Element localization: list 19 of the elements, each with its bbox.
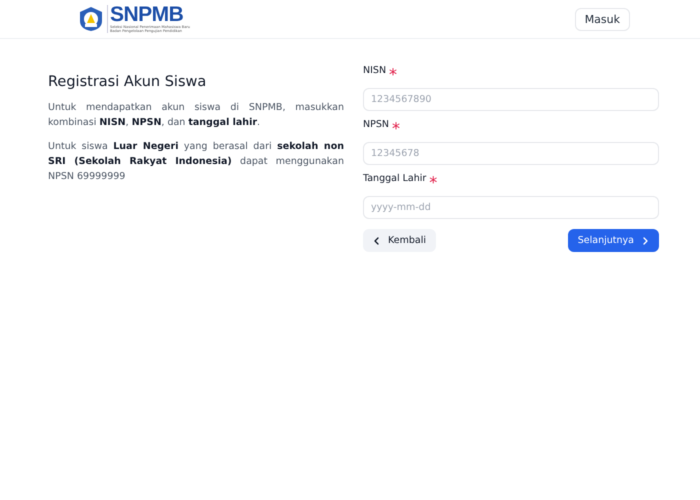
field-label: NPSN: [363, 119, 389, 132]
field-label: Tanggal Lahir: [363, 173, 426, 186]
required-mark: *: [389, 65, 398, 84]
paragraph: Untuk mendapatkan akun siswa di SNPMB, masukkan kombinasi NISN, NPSN, dan tanggal lahir.: [48, 101, 344, 130]
logo-text: SNPMB: [110, 5, 184, 25]
required-mark: *: [429, 173, 438, 192]
input-field[interactable]: yyyy-mm-dd: [363, 196, 659, 219]
login-button[interactable]: Masuk: [574, 8, 630, 30]
input-field[interactable]: 12345678: [363, 142, 659, 165]
emblem-icon: [78, 6, 104, 32]
chevron-left-icon: [373, 236, 381, 244]
field-label: NISN: [363, 65, 386, 78]
chevron-right-icon: [641, 236, 649, 244]
page-title: Registrasi Akun Siswa: [48, 74, 208, 90]
required-mark: *: [392, 119, 400, 138]
paragraph: Untuk siswa Luar Negeri yang berasal dari sekolah non SRI (Sekolah Rakyat Indonesia) dapat menggunakan NPSN 69999999: [48, 140, 344, 184]
back-button[interactable]: Kembali: [363, 229, 436, 252]
next-button[interactable]: Selanjutnya: [568, 229, 659, 252]
input-field[interactable]: 1234567890: [363, 88, 659, 111]
